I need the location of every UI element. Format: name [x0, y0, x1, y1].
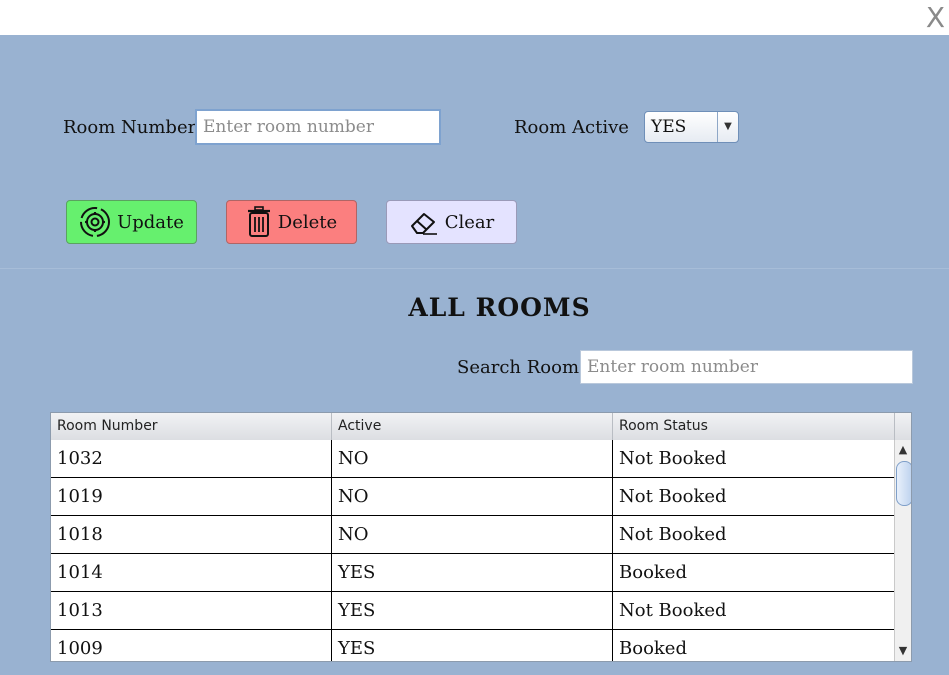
- room-active-label: Room Active: [514, 117, 629, 138]
- room-number-cell: 1014: [51, 554, 332, 591]
- chevron-down-icon[interactable]: ▼: [717, 112, 738, 142]
- column-header-room-status[interactable]: Room Status: [613, 413, 894, 440]
- main-panel: Room Number Room Active YES ▼ Update: [0, 35, 949, 675]
- search-room-label: Search Room: [457, 357, 580, 378]
- scroll-down-arrow-icon[interactable]: ▼: [895, 643, 911, 659]
- room-number-cell: 1009: [51, 630, 332, 661]
- room-number-input[interactable]: [195, 109, 441, 145]
- scroll-up-arrow-icon[interactable]: ▲: [895, 442, 911, 458]
- active-cell: YES: [332, 592, 613, 629]
- active-cell: NO: [332, 516, 613, 553]
- close-button[interactable]: X: [926, 2, 945, 34]
- update-button[interactable]: Update: [66, 200, 197, 244]
- room-status-cell: Booked: [619, 638, 687, 659]
- clear-button-label: Clear: [444, 211, 495, 233]
- eraser-icon: [410, 213, 437, 235]
- title-bar: X: [0, 0, 949, 35]
- active-cell: NO: [332, 478, 613, 515]
- room-status-cell: Booked: [619, 562, 687, 583]
- room-number-cell: 1019: [51, 478, 332, 515]
- room-active-select[interactable]: YES ▼: [644, 111, 739, 143]
- delete-button[interactable]: Delete: [226, 200, 357, 244]
- room-status-cell: Not Booked: [619, 524, 727, 545]
- rooms-table: Room Number Active Room Status 1032 NO N…: [50, 412, 912, 662]
- settings-refresh-icon: [80, 207, 111, 237]
- active-cell: NO: [332, 440, 613, 477]
- room-number-cell: 1018: [51, 516, 332, 553]
- room-active-value: YES: [651, 117, 687, 137]
- table-header: Room Number Active Room Status: [51, 413, 894, 441]
- header-corner: [894, 413, 911, 440]
- active-cell: YES: [332, 554, 613, 591]
- search-room-input[interactable]: [580, 350, 913, 384]
- table-row[interactable]: 1019 NO Not Booked: [51, 478, 894, 516]
- room-status-cell: Not Booked: [619, 600, 727, 621]
- delete-button-label: Delete: [277, 211, 338, 233]
- room-number-cell: 1013: [51, 592, 332, 629]
- room-number-label: Room Number: [63, 117, 197, 138]
- column-header-room-number[interactable]: Room Number: [51, 413, 332, 440]
- table-row[interactable]: 1009 YES Booked: [51, 630, 894, 661]
- room-status-cell: Not Booked: [619, 486, 727, 507]
- scroll-thumb[interactable]: [896, 461, 911, 506]
- table-row[interactable]: 1032 NO Not Booked: [51, 440, 894, 478]
- section-divider: [0, 268, 949, 269]
- all-rooms-heading: ALL ROOMS: [408, 293, 591, 322]
- clear-button[interactable]: Clear: [386, 200, 517, 244]
- table-row[interactable]: 1013 YES Not Booked: [51, 592, 894, 630]
- active-cell: YES: [332, 630, 613, 661]
- update-button-label: Update: [117, 211, 184, 233]
- room-status-cell: Not Booked: [619, 448, 727, 469]
- column-header-active[interactable]: Active: [332, 413, 613, 440]
- table-scrollbar[interactable]: ▲ ▼: [894, 440, 911, 661]
- table-row[interactable]: 1018 NO Not Booked: [51, 516, 894, 554]
- room-number-cell: 1032: [51, 440, 332, 477]
- table-row[interactable]: 1014 YES Booked: [51, 554, 894, 592]
- trash-icon: [247, 206, 270, 237]
